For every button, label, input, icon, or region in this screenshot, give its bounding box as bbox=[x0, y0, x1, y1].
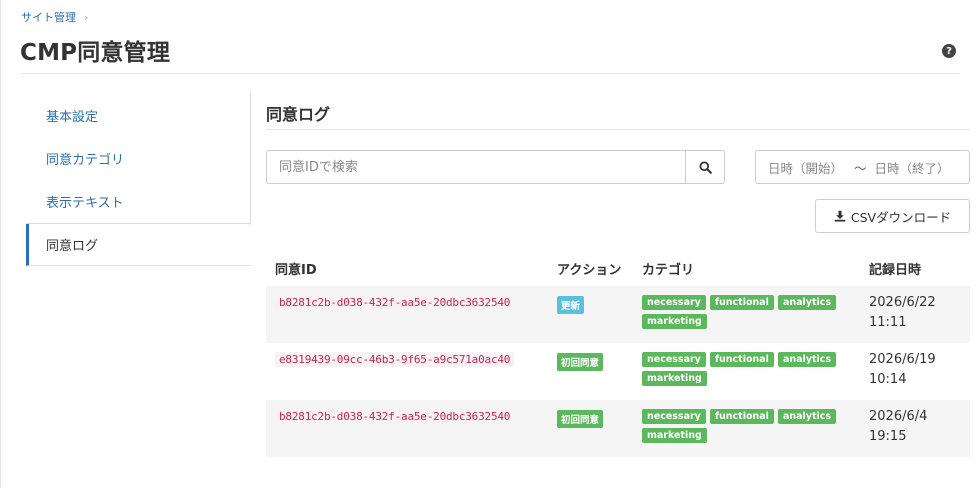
table-row: b8281c2b-d038-432f-aa5e-20dbc3632540 初回同… bbox=[266, 400, 970, 457]
sidebar-item-consent-log[interactable]: 同意ログ bbox=[26, 224, 251, 266]
category-badge: functional bbox=[709, 409, 774, 424]
table-row: e8319439-09cc-46b3-9f65-a9c571a0ac40 初回同… bbox=[266, 343, 970, 400]
action-badge: 更新 bbox=[557, 296, 585, 314]
category-badge: analytics bbox=[777, 409, 837, 424]
recorded-at: 2026/6/19 10:14 bbox=[869, 350, 936, 390]
category-badge: necessary bbox=[642, 295, 706, 310]
csv-download-button[interactable]: CSVダウンロード bbox=[815, 199, 970, 233]
section-divider bbox=[266, 129, 970, 130]
consent-id: b8281c2b-d038-432f-aa5e-20dbc3632540 bbox=[275, 295, 515, 310]
category-badge: marketing bbox=[642, 314, 707, 329]
category-badge: necessary bbox=[642, 352, 706, 367]
recorded-time: 11:11 bbox=[869, 315, 907, 330]
category-badge: marketing bbox=[642, 428, 707, 443]
column-header-recorded-at: 記録日時 bbox=[869, 263, 922, 278]
category-badges: necessary functional analytics marketing bbox=[642, 352, 852, 386]
search-icon bbox=[698, 160, 712, 174]
table-row: b8281c2b-d038-432f-aa5e-20dbc3632540 更新 … bbox=[266, 286, 970, 343]
section-title: 同意ログ bbox=[266, 105, 331, 124]
recorded-date: 2026/6/4 bbox=[869, 409, 928, 424]
sidebar-border bbox=[250, 93, 251, 225]
recorded-at: 2026/6/22 11:11 bbox=[869, 293, 936, 333]
search-group bbox=[266, 150, 725, 184]
action-badge: 初回同意 bbox=[557, 353, 604, 371]
breadcrumb-separator: › bbox=[84, 10, 89, 24]
consent-id: b8281c2b-d038-432f-aa5e-20dbc3632540 bbox=[275, 409, 515, 424]
help-icon[interactable]: ? bbox=[942, 44, 956, 58]
breadcrumb-site-admin[interactable]: サイト管理 bbox=[21, 9, 76, 25]
category-badges: necessary functional analytics marketing bbox=[642, 295, 852, 329]
column-header-action: アクション bbox=[557, 263, 622, 278]
title-divider bbox=[21, 73, 960, 74]
date-range-input[interactable]: 日時（開始） 〜 日時（終了） bbox=[755, 150, 970, 184]
category-badge: necessary bbox=[642, 409, 706, 424]
recorded-time: 19:15 bbox=[869, 429, 907, 444]
page: サイト管理 › CMP同意管理 ? 基本設定 同意カテゴリ 表示テキスト 同意ロ… bbox=[0, 0, 979, 488]
csv-download-label: CSVダウンロード bbox=[850, 209, 952, 225]
sidebar-item-display-text[interactable]: 表示テキスト bbox=[26, 180, 251, 223]
category-badge: functional bbox=[709, 352, 774, 367]
column-header-consent-id: 同意ID bbox=[275, 263, 317, 278]
table-header: 同意ID アクション カテゴリ 記録日時 bbox=[266, 248, 970, 286]
action-badge: 初回同意 bbox=[557, 410, 604, 428]
search-input[interactable] bbox=[266, 150, 686, 184]
category-badge: analytics bbox=[777, 352, 837, 367]
recorded-time: 10:14 bbox=[869, 372, 907, 387]
recorded-date: 2026/6/19 bbox=[869, 352, 936, 367]
consent-id: e8319439-09cc-46b3-9f65-a9c571a0ac40 bbox=[275, 352, 515, 367]
page-title: CMP同意管理 bbox=[20, 40, 171, 66]
column-header-category: カテゴリ bbox=[642, 263, 695, 278]
sidebar-item-consent-categories[interactable]: 同意カテゴリ bbox=[26, 137, 251, 180]
sidebar: 基本設定 同意カテゴリ 表示テキスト 同意ログ bbox=[26, 93, 251, 266]
download-icon bbox=[834, 210, 846, 222]
sidebar-item-basic-settings[interactable]: 基本設定 bbox=[26, 93, 251, 137]
date-end-input[interactable]: 日時（終了） bbox=[875, 158, 969, 177]
category-badges: necessary functional analytics marketing bbox=[642, 409, 852, 443]
recorded-date: 2026/6/22 bbox=[869, 295, 936, 310]
breadcrumb: サイト管理 › bbox=[21, 9, 88, 25]
consent-log-table: 同意ID アクション カテゴリ 記録日時 b8281c2b-d038-432f-… bbox=[266, 248, 970, 457]
date-range-separator: 〜 bbox=[854, 160, 867, 176]
category-badge: functional bbox=[709, 295, 774, 310]
search-button[interactable] bbox=[686, 150, 725, 184]
recorded-at: 2026/6/4 19:15 bbox=[869, 407, 927, 447]
date-start-input[interactable]: 日時（開始） bbox=[756, 158, 846, 177]
category-badge: analytics bbox=[777, 295, 837, 310]
category-badge: marketing bbox=[642, 371, 707, 386]
